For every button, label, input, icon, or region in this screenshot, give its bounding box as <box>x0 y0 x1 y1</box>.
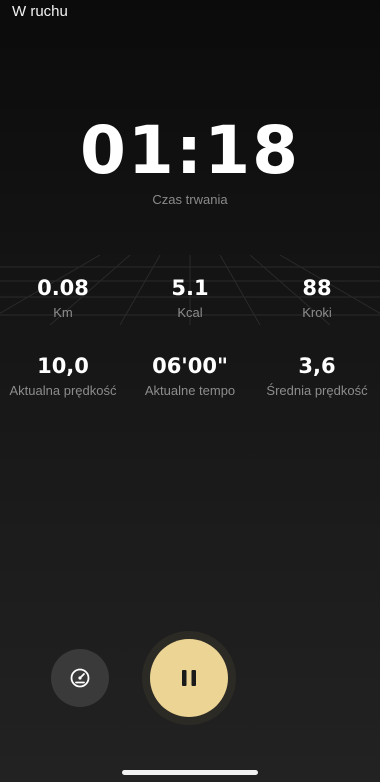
home-indicator[interactable] <box>122 770 258 775</box>
page-title: W ruchu <box>12 3 68 20</box>
pause-button[interactable] <box>150 639 228 717</box>
stat-current-speed: 10,0 Aktualna prędkość <box>0 354 126 398</box>
stat-average-speed-label: Średnia prędkość <box>266 383 368 398</box>
stat-average-speed-value: 3,6 <box>298 354 336 378</box>
stat-calories-label: Kcal <box>177 305 203 320</box>
stat-distance-value: 0.08 <box>37 276 89 300</box>
duration-timer: 01:18 <box>79 112 301 189</box>
duration-label: Czas trwania <box>152 192 228 207</box>
stat-calories-value: 5.1 <box>171 276 209 300</box>
stat-average-speed: 3,6 Średnia prędkość <box>254 354 380 398</box>
stat-steps: 88 Kroki <box>254 276 380 320</box>
stat-current-speed-label: Aktualna prędkość <box>9 383 117 398</box>
stat-current-speed-value: 10,0 <box>37 354 89 378</box>
stat-steps-value: 88 <box>302 276 332 300</box>
pause-icon <box>182 670 196 686</box>
speed-settings-button[interactable] <box>51 649 109 707</box>
speedometer-icon <box>70 668 90 688</box>
stat-distance: 0.08 Km <box>0 276 126 320</box>
stat-calories: 5.1 Kcal <box>127 276 253 320</box>
stat-steps-label: Kroki <box>302 305 332 320</box>
stat-current-pace: 06'00" Aktualne tempo <box>127 354 253 398</box>
stat-distance-label: Km <box>53 305 73 320</box>
stat-current-pace-label: Aktualne tempo <box>144 383 236 398</box>
stat-current-pace-value: 06'00" <box>152 354 228 378</box>
